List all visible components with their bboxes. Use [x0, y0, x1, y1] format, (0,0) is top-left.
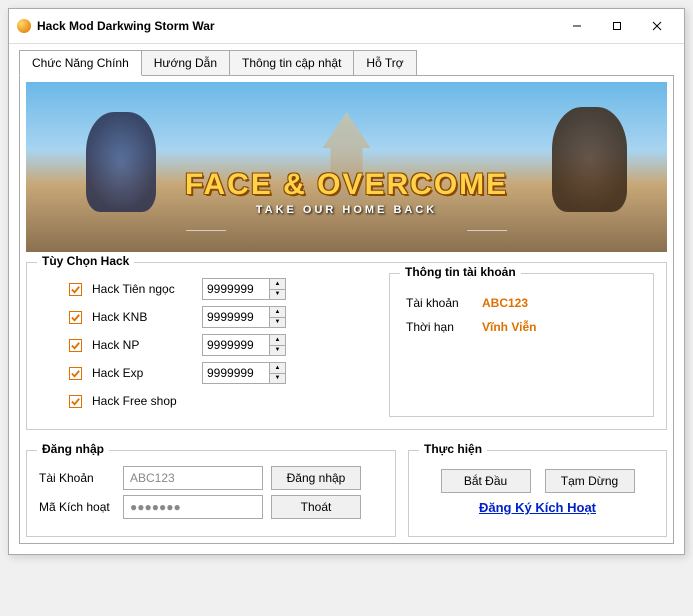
spinner-knb: ▲▼	[202, 306, 286, 328]
banner-hero-left	[86, 112, 156, 212]
hack-options-list: Hack Tiên ngọc ▲▼ Hack KNB ▲▼	[39, 273, 369, 417]
login-title: Đăng nhập	[37, 442, 109, 456]
tab-panel: FACE & OVERCOME TAKE OUR HOME BACK Tùy C…	[19, 75, 674, 544]
banner-image: FACE & OVERCOME TAKE OUR HOME BACK	[26, 82, 667, 252]
account-label: Tài khoản	[406, 296, 482, 310]
titlebar: Hack Mod Darkwing Storm War	[9, 9, 684, 44]
spinner-up-icon[interactable]: ▲	[270, 307, 285, 318]
checkbox-label: Hack Free shop	[92, 394, 202, 408]
checkbox-label: Hack Exp	[92, 366, 202, 380]
expiry-label: Thời hạn	[406, 320, 482, 334]
register-activation-link[interactable]: Đăng Ký Kích Hoạt	[479, 500, 596, 515]
spinner-up-icon[interactable]: ▲	[270, 335, 285, 346]
account-line: Tài khoản ABC123	[406, 296, 637, 310]
spinner-input[interactable]	[203, 279, 269, 299]
tab-update[interactable]: Thông tin cập nhật	[229, 50, 354, 76]
checkbox-label: Hack NP	[92, 338, 202, 352]
window-controls	[558, 15, 676, 37]
hack-option-row: Hack Tiên ngọc ▲▼	[39, 277, 369, 301]
execute-group: Thực hiện Bắt Đầu Tạm Dừng Đăng Ký Kích …	[408, 450, 667, 537]
hack-option-row: Hack Free shop	[39, 389, 369, 413]
hack-options-group: Tùy Chọn Hack Hack Tiên ngọc ▲▼	[26, 262, 667, 430]
activation-key-label: Mã Kích hoạt	[39, 500, 115, 514]
spinner-down-icon[interactable]: ▼	[270, 290, 285, 300]
banner-title: FACE & OVERCOME	[185, 168, 508, 202]
spinner-input[interactable]	[203, 335, 269, 355]
hack-options-title: Tùy Chọn Hack	[37, 254, 134, 268]
checkbox-exp[interactable]	[69, 367, 82, 380]
banner-decoration	[467, 230, 507, 231]
window-title: Hack Mod Darkwing Storm War	[37, 19, 558, 33]
spinner-input[interactable]	[203, 307, 269, 327]
account-line: Thời hạn Vĩnh Viễn	[406, 320, 637, 334]
login-group: Đăng nhập Tài Khoản Đăng nhập Mã Kích ho…	[26, 450, 396, 537]
content-area: Chức Năng Chính Hướng Dẫn Thông tin cập …	[9, 44, 684, 554]
hack-option-row: Hack Exp ▲▼	[39, 361, 369, 385]
account-info-group: Thông tin tài khoản Tài khoản ABC123 Thờ…	[389, 273, 654, 417]
spinner-exp: ▲▼	[202, 362, 286, 384]
checkbox-label: Hack Tiên ngọc	[92, 282, 202, 296]
spinner-np: ▲▼	[202, 334, 286, 356]
spinner-input[interactable]	[203, 363, 269, 383]
checkbox-knb[interactable]	[69, 311, 82, 324]
banner-subtitle: TAKE OUR HOME BACK	[256, 204, 438, 216]
spinner-down-icon[interactable]: ▼	[270, 318, 285, 328]
hack-option-row: Hack KNB ▲▼	[39, 305, 369, 329]
execute-title: Thực hiện	[419, 442, 487, 456]
tab-guide[interactable]: Hướng Dẫn	[141, 50, 230, 76]
spinner-down-icon[interactable]: ▼	[270, 346, 285, 356]
app-window: Hack Mod Darkwing Storm War Chức Năng Ch…	[8, 8, 685, 555]
account-value: ABC123	[482, 296, 528, 310]
checkbox-tien-ngoc[interactable]	[69, 283, 82, 296]
hack-option-row: Hack NP ▲▼	[39, 333, 369, 357]
banner-decoration	[186, 230, 226, 231]
account-input[interactable]	[123, 466, 263, 490]
account-info-title: Thông tin tài khoản	[400, 265, 521, 279]
start-button[interactable]: Bắt Đầu	[441, 469, 531, 493]
maximize-button[interactable]	[598, 15, 636, 37]
activation-key-input[interactable]	[123, 495, 263, 519]
minimize-button[interactable]	[558, 15, 596, 37]
checkbox-free-shop[interactable]	[69, 395, 82, 408]
tab-strip: Chức Năng Chính Hướng Dẫn Thông tin cập …	[19, 50, 674, 76]
app-icon	[17, 19, 31, 33]
expiry-value: Vĩnh Viễn	[482, 320, 536, 334]
spinner-down-icon[interactable]: ▼	[270, 374, 285, 384]
spinner-up-icon[interactable]: ▲	[270, 363, 285, 374]
checkbox-label: Hack KNB	[92, 310, 202, 324]
spinner-up-icon[interactable]: ▲	[270, 279, 285, 290]
checkbox-np[interactable]	[69, 339, 82, 352]
pause-button[interactable]: Tạm Dừng	[545, 469, 635, 493]
tab-main[interactable]: Chức Năng Chính	[19, 50, 142, 76]
banner-hero-right	[552, 107, 627, 212]
close-button[interactable]	[638, 15, 676, 37]
exit-button[interactable]: Thoát	[271, 495, 361, 519]
spinner-tien-ngoc: ▲▼	[202, 278, 286, 300]
login-button[interactable]: Đăng nhập	[271, 466, 361, 490]
account-input-label: Tài Khoản	[39, 471, 115, 485]
tab-support[interactable]: Hỗ Trợ	[353, 50, 416, 76]
